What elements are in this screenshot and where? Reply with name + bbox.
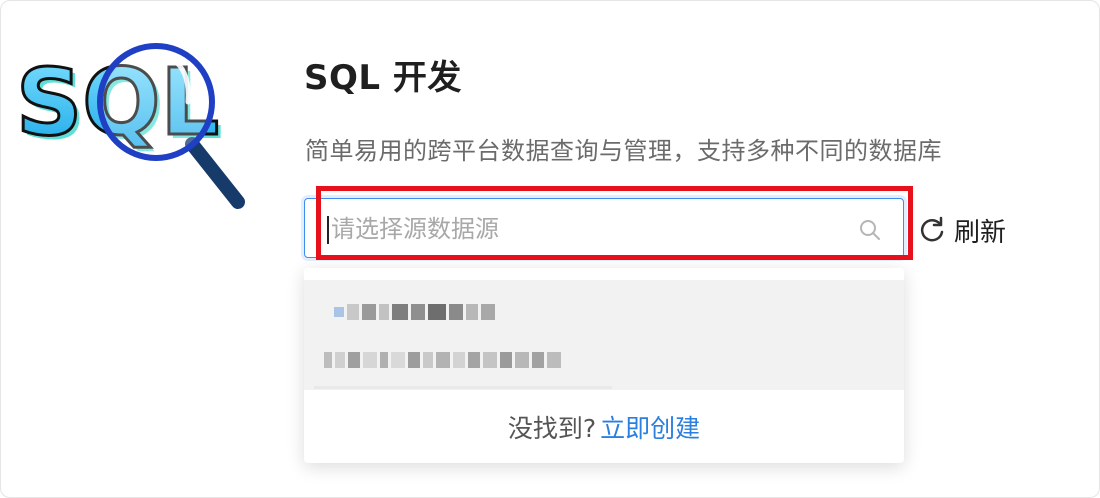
- search-icon: [860, 220, 880, 240]
- not-found-text: 没找到?: [507, 413, 597, 443]
- refresh-label: 刷新: [954, 217, 1007, 248]
- refresh-icon: [920, 216, 944, 242]
- datasource-search-input[interactable]: [331, 207, 851, 251]
- datasource-select[interactable]: [304, 198, 904, 258]
- obscured-option-name: [334, 304, 495, 320]
- sql-logo: SQL SQL: [14, 40, 254, 216]
- create-now-link[interactable]: 立即创建: [600, 409, 700, 445]
- dropdown-footer: 没找到? 立即创建: [304, 390, 904, 463]
- datasource-option[interactable]: [304, 280, 904, 390]
- datasource-dropdown: 没找到? 立即创建: [304, 268, 904, 463]
- text-caret: [327, 216, 329, 244]
- option-divider: [314, 386, 612, 389]
- page-subtitle: 简单易用的跨平台数据查询与管理，支持多种不同的数据库: [305, 137, 942, 165]
- obscured-option-detail: [324, 352, 561, 368]
- refresh-button[interactable]: 刷新: [918, 212, 1006, 248]
- page-title: SQL 开发: [304, 58, 462, 98]
